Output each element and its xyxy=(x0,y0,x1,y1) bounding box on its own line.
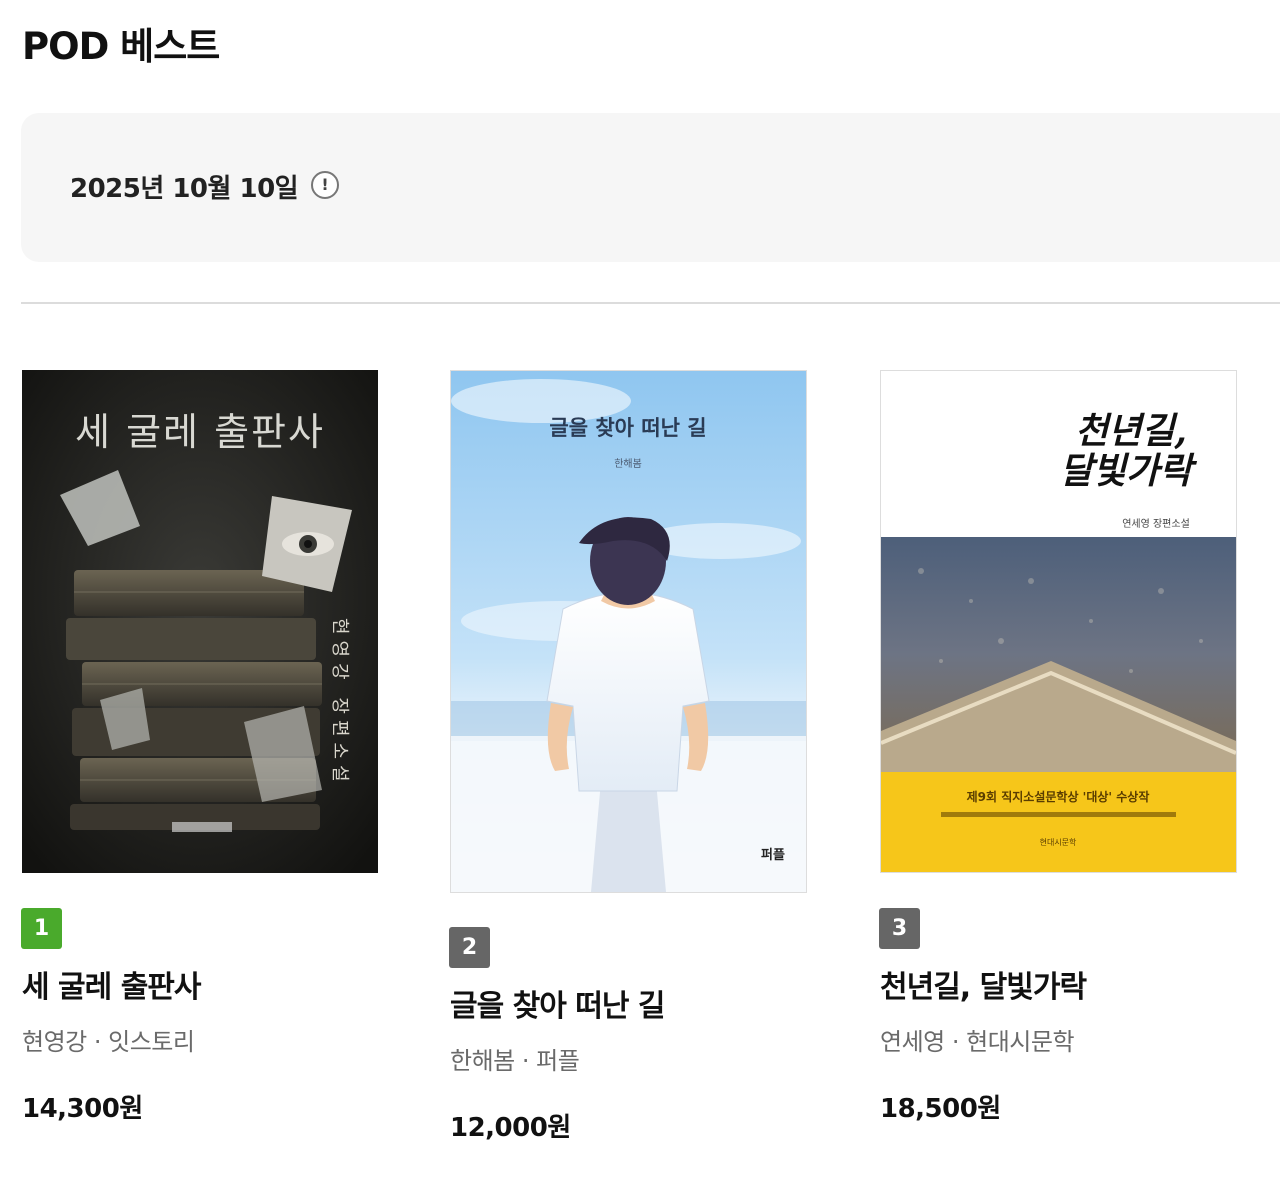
cover-title-text: 세 굴레 출판사 xyxy=(75,410,325,454)
book-price-3: 18,500원 xyxy=(880,1094,1001,1124)
book-meta-3: 연세영 · 현대시문학 xyxy=(880,1022,1075,1057)
book-title-2[interactable]: 글을 찾아 떠난 길 xyxy=(450,981,666,1025)
book-price-2: 12,000원 xyxy=(450,1113,571,1143)
book-cover-2[interactable]: 글을 찾아 떠난 길 한해봄 퍼플 xyxy=(450,370,807,893)
cover-title-text: 글을 찾아 떠난 길 xyxy=(549,416,706,440)
cover-author-text: 한해봄 xyxy=(614,457,642,470)
book-publisher-3[interactable]: 현대시문학 xyxy=(966,1028,1074,1056)
cover-subtitle: 연세영 장편소설 xyxy=(1122,518,1190,530)
book-author-2[interactable]: 한해봄 xyxy=(450,1047,515,1075)
publisher-logo-text: 퍼플 xyxy=(761,848,785,863)
book-publisher-1[interactable]: 잇스토리 xyxy=(108,1028,195,1056)
book-title-1[interactable]: 세 굴레 출판사 xyxy=(22,962,201,1006)
cover-band-line3: 현대시문학 xyxy=(1040,837,1077,847)
info-icon[interactable]: ! xyxy=(311,171,339,199)
book-publisher-2[interactable]: 퍼플 xyxy=(536,1047,580,1075)
book-author-3[interactable]: 연세영 xyxy=(880,1028,945,1056)
page-title: POD 베스트 xyxy=(22,25,220,68)
book-title-3[interactable]: 천년길, 달빛가락 xyxy=(880,962,1087,1006)
meta-separator: · xyxy=(944,1028,967,1056)
book-author-1[interactable]: 현영강 xyxy=(22,1028,87,1056)
pod-best-page: POD 베스트 2025년 10월 10일 ! 세 굴레 출판사 현영강 장편소… xyxy=(0,0,1280,1178)
cover-band-line1: 제9회 직지소설문학상 '대상' 수상작 xyxy=(967,789,1150,804)
book-cover-3[interactable]: 천년길, 달빛가락 연세영 장편소설 제9회 직지소설문학상 '대상' 수상작 … xyxy=(880,370,1237,873)
section-divider xyxy=(21,302,1280,304)
cover-title-line1: 천년길, xyxy=(1075,410,1187,452)
book-meta-2: 한해봄 · 퍼플 xyxy=(450,1041,580,1076)
rank-badge-3: 3 xyxy=(879,908,920,949)
cover-title-line2: 달빛가락 xyxy=(1060,450,1197,492)
date-bar: 2025년 10월 10일 ! xyxy=(21,113,1280,262)
ranking-date: 2025년 10월 10일 xyxy=(70,174,299,204)
meta-separator: · xyxy=(514,1047,537,1075)
book-meta-1: 현영강 · 잇스토리 xyxy=(22,1022,195,1057)
rank-badge-2: 2 xyxy=(449,927,490,968)
cover-side-text: 현영강 장편소설 xyxy=(329,618,350,788)
rank-badge-1: 1 xyxy=(21,908,62,949)
meta-separator: · xyxy=(86,1028,109,1056)
book-cover-1[interactable]: 세 굴레 출판사 현영강 장편소설 xyxy=(22,370,378,873)
book-price-1: 14,300원 xyxy=(22,1094,143,1124)
